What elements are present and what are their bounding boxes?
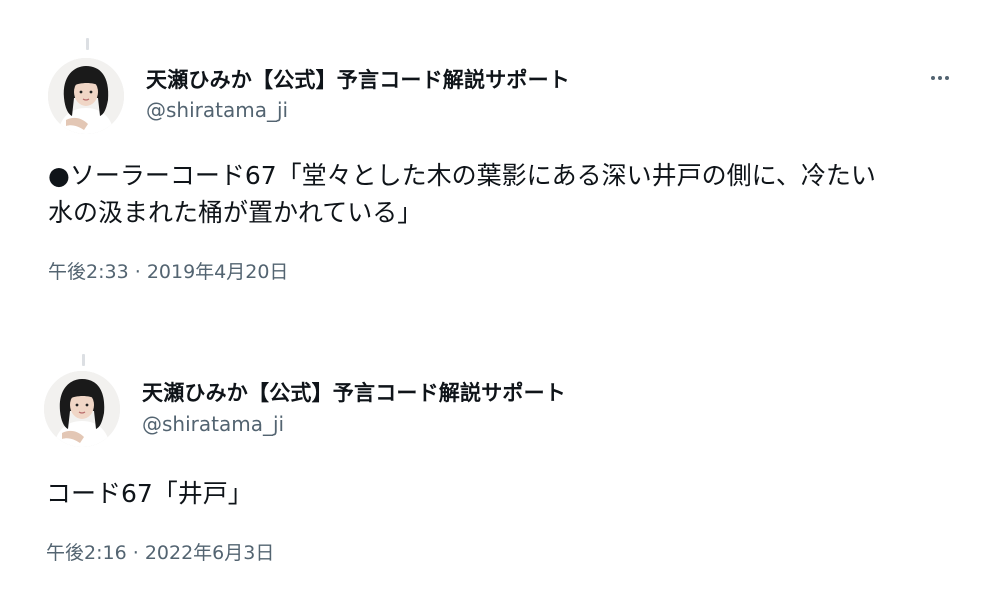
- tweet-time[interactable]: 午後2:16: [46, 542, 127, 564]
- tweet-timestamp: 午後2:16 · 2022年6月3日: [46, 538, 274, 565]
- tweet-time[interactable]: 午後2:33: [48, 261, 129, 283]
- thread-connector-line: [82, 354, 85, 366]
- timestamp-separator: ·: [132, 542, 139, 564]
- thread-connector-line: [86, 38, 89, 50]
- avatar-photo-icon: [44, 371, 120, 447]
- more-options-button[interactable]: [920, 66, 960, 90]
- tweet-timestamp: 午後2:33 · 2019年4月20日: [48, 257, 288, 284]
- user-handle[interactable]: @shiratama_ji: [142, 412, 284, 436]
- more-horizontal-icon-dot: [945, 76, 949, 80]
- more-horizontal-icon-dot: [938, 76, 942, 80]
- user-handle[interactable]: @shiratama_ji: [146, 98, 288, 122]
- tweet-date[interactable]: 2019年4月20日: [147, 261, 289, 283]
- timestamp-separator: ·: [134, 261, 141, 283]
- avatar[interactable]: [44, 371, 120, 447]
- tweet-text: コード67「井戸」: [46, 479, 253, 508]
- tweet-date[interactable]: 2022年6月3日: [145, 542, 275, 564]
- avatar[interactable]: [48, 58, 124, 134]
- display-name[interactable]: 天瀬ひみか【公式】予言コード解説サポート: [142, 377, 566, 407]
- tweet-text: ●ソーラーコード67「堂々とした木の葉影にある深い井戸の側に、冷たい 水の汲まれ…: [48, 161, 876, 227]
- avatar-photo-icon: [48, 58, 124, 134]
- more-horizontal-icon: [931, 76, 935, 80]
- display-name[interactable]: 天瀬ひみか【公式】予言コード解説サポート: [146, 64, 570, 94]
